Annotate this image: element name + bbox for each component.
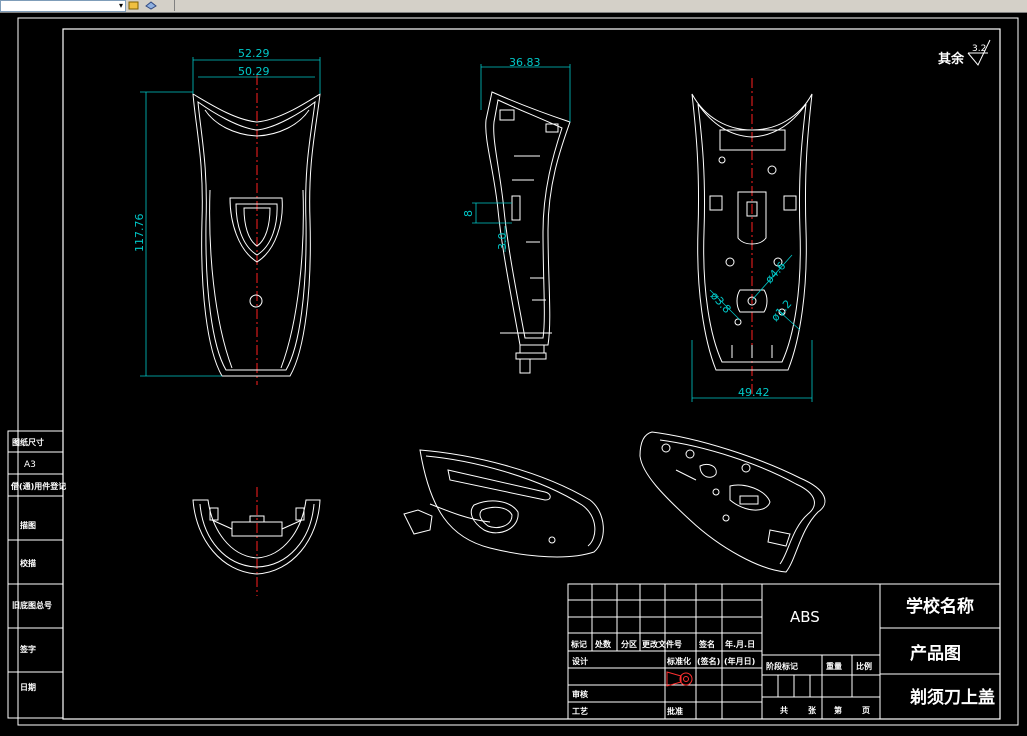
rev-header-date: 年.月.日 [725,639,755,649]
dim-hole-c: ø1.2 [769,297,795,324]
toolbar-divider [174,0,175,11]
strip-checking: 校描 [20,558,36,568]
row-approve: 批准 [667,706,683,716]
sheet-inner-border [62,28,1001,720]
cad-drawing-canvas[interactable]: 其余 3.2 52.29 50.29 117.76 36.83 8 3.0 49… [0,12,1027,736]
material-abs: ABS [790,608,820,626]
rev-header-sign: 签名 [698,639,715,649]
row-process: 工艺 [572,706,588,716]
side-view[interactable] [485,91,571,374]
row-standard: 标准化 [666,656,691,666]
row-design: 设计 [572,656,588,666]
rev-header-zone: 分区 [621,639,637,649]
front-view[interactable] [192,75,321,385]
dim-width-inner: 50.29 [238,65,270,78]
bottom-view[interactable] [192,487,321,596]
dim-back-width: 49.42 [738,386,770,399]
drawing-type: 产品图 [910,643,961,664]
rev-header-count: 处数 [594,639,612,649]
dim-depth: 36.83 [509,56,541,69]
sheet-unit: 张 [808,706,817,715]
row-date: (年月日) [724,656,755,666]
sheet-current: 第 [834,705,842,715]
back-view[interactable] [691,78,813,395]
school-name: 学校名称 [906,596,974,617]
projection-symbol-icon [666,671,693,687]
strip-date: 日期 [20,682,36,692]
title-block-text: 标记 处数 分区 更改文件号 签名 年.月.日 设计 标准化 (签名) (年月日… [570,596,995,716]
row-sign: (签名) [697,656,720,666]
isometric-view-front[interactable] [403,449,604,558]
strip-common-parts: 借(通)用件登记 [10,481,66,491]
sheet-total: 共 [780,705,788,715]
stage-scale: 比例 [856,661,872,671]
rev-header-doc: 更改文件号 [642,639,682,649]
row-review: 审核 [572,689,588,699]
sheet-page: 页 [862,706,870,715]
layer-combo[interactable]: ▾ [0,0,126,12]
left-record-strip: 图纸尺寸 A3 借(通)用件登记 描图 校描 旧底图总号 签字 日期 [7,430,66,719]
layers-stack-icon[interactable] [145,0,157,11]
strip-sheet-a3: A3 [24,460,36,470]
strip-signature: 签字 [19,644,36,654]
surface-roughness-note: 其余 3.2 [938,39,991,67]
stage-weight: 重量 [826,661,842,671]
strip-old-number: 旧底图总号 [12,600,52,610]
dim-slot-2: 3.0 [496,233,509,251]
layer-icon[interactable] [128,0,140,11]
rev-header-mark: 标记 [570,639,587,649]
sheet-outer-border [17,17,1019,726]
dim-slot: 8 [462,210,475,217]
chevron-down-icon[interactable]: ▾ [119,1,123,11]
roughness-label: 其余 [938,51,965,67]
isometric-view-back[interactable] [639,431,826,573]
front-view-dimensions: 52.29 50.29 117.76 [133,47,321,377]
part-name: 剃须刀上盖 [910,687,995,708]
dim-hole-b: ø3.8 [708,289,734,316]
dim-height: 117.76 [133,214,146,253]
strip-tracing: 描图 [20,520,36,530]
dim-width-outer: 52.29 [238,47,270,60]
stage-marks: 阶段标记 [766,661,798,671]
strip-drawing-size: 图纸尺寸 [12,437,44,447]
